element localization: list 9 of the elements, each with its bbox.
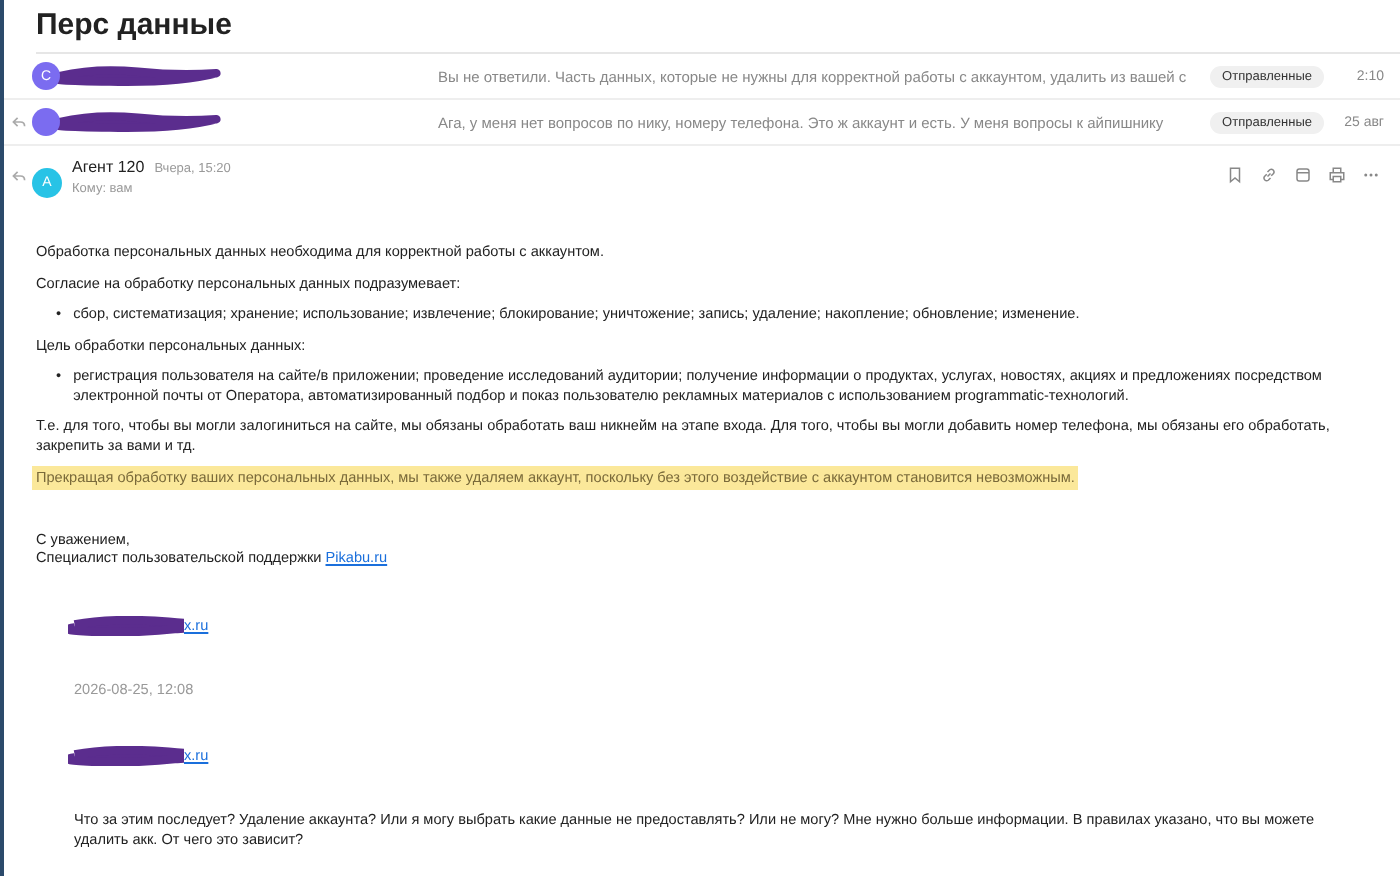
calendar-icon[interactable]: [1294, 166, 1312, 184]
folder-title: Перс данные: [36, 0, 1400, 54]
link-icon[interactable]: [1260, 166, 1278, 184]
print-icon[interactable]: [1328, 166, 1346, 184]
sender-name: Агент 120: [72, 158, 145, 176]
redaction-mark: [68, 615, 184, 635]
redaction-mark: [68, 746, 184, 766]
avatar: [32, 108, 60, 136]
bookmark-icon[interactable]: [1226, 166, 1244, 184]
